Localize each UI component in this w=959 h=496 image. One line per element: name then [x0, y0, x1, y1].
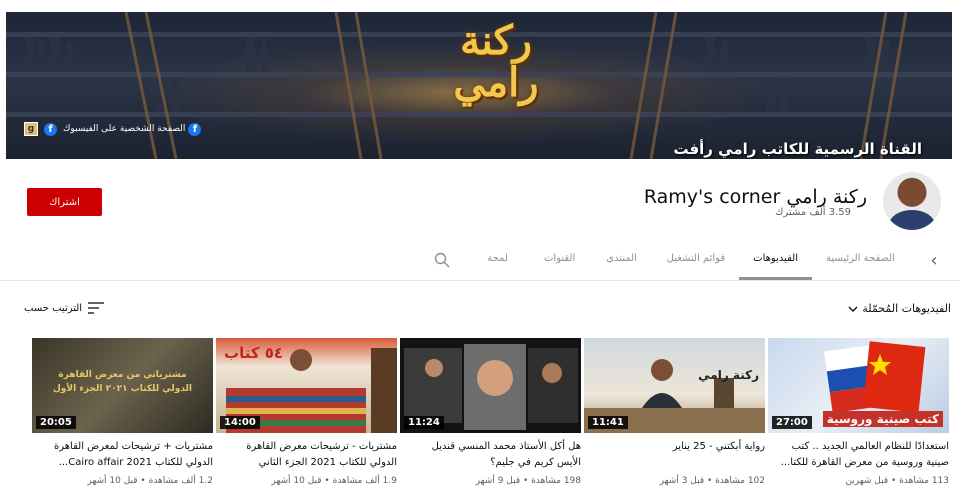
sort-by-button[interactable]: الترتيب حسب	[24, 302, 105, 314]
tabs-divider	[0, 280, 959, 281]
subscribe-button[interactable]: اشتراك	[27, 188, 102, 216]
video-duration: 11:41	[588, 416, 628, 429]
tab-about[interactable]: لمحة	[467, 240, 529, 280]
facebook-icon: f	[188, 122, 202, 136]
video-duration: 20:05	[36, 416, 76, 429]
video-thumbnail[interactable]: مشترياتي من معرض القاهرة الدولي للكتاب ٢…	[32, 338, 213, 433]
uploads-title: الفيديوهات المُحمّلة	[862, 302, 951, 315]
banner-logo: ركنة رامي	[376, 20, 616, 145]
banner-subtitle: القناة الرسمية للكاتب رامي رأفت	[673, 140, 922, 158]
avatar-shirt	[889, 210, 935, 230]
video-card[interactable]: مشترياتي من معرض القاهرة الدولي للكتاب ٢…	[32, 338, 213, 496]
video-thumbnail[interactable]: ركنة رامي 11:41	[584, 338, 765, 433]
goodreads-icon[interactable]: g	[24, 122, 38, 136]
video-duration: 11:24	[404, 416, 444, 429]
thumbnail-caption: مشترياتي من معرض القاهرة الدولي للكتاب ٢…	[53, 370, 192, 394]
video-meta: 113 مشاهدة • قبل شهرين	[845, 476, 949, 486]
facebook-page-link[interactable]: f الصفحة الشخصية على الفيسبوك	[63, 122, 202, 136]
video-title[interactable]: رواية أبكتني - 25 يناير	[584, 439, 765, 471]
chevron-down-icon	[848, 306, 858, 312]
channel-name: ركنة رامي Ramy's corner	[643, 186, 867, 208]
video-thumbnail[interactable]: 11:24	[400, 338, 581, 433]
channel-header: ركنة رامي Ramy's corner 3.59 ألف مشترك ا…	[0, 160, 959, 240]
video-card[interactable]: كتب صينية وروسية 27:00 استعدادًا للنظام …	[768, 338, 949, 496]
banner-logo-text: ركنة رامي	[453, 17, 539, 106]
sort-icon	[88, 302, 105, 314]
channel-banner: ركنة رامي القناة الرسمية للكاتب رامي رأف…	[6, 12, 952, 159]
tab-channels[interactable]: القنوات	[529, 240, 591, 280]
video-card[interactable]: ٥٤ كتاب 14:00 مشتريات - ترشيحات معرض الق…	[216, 338, 397, 496]
search-icon[interactable]	[417, 240, 467, 280]
facebook-page-label: الصفحة الشخصية على الفيسبوك	[63, 124, 186, 134]
video-meta: 102 مشاهدة • قبل 3 أشهر	[659, 476, 765, 486]
video-title[interactable]: مشتريات - ترشيحات معرض القاهرة الدولي لل…	[216, 439, 397, 471]
video-card[interactable]: 11:24 هل أكل الأستاذ محمد المنسي قنديل ا…	[400, 338, 581, 496]
subscriber-count: 3.59 ألف مشترك	[775, 207, 851, 218]
facebook-icon[interactable]: f	[44, 122, 57, 136]
channel-tabs: › الصفحة الرئيسية الفيديوهات قوائم التشغ…	[250, 240, 959, 280]
avatar[interactable]	[883, 172, 941, 230]
uploads-dropdown[interactable]: الفيديوهات المُحمّلة	[848, 302, 951, 315]
thumbnail-caption: ركنة رامي	[698, 368, 759, 382]
thumbnail-caption: ٥٤ كتاب	[224, 344, 284, 362]
tab-videos[interactable]: الفيديوهات	[739, 240, 812, 280]
video-title[interactable]: مشتريات + ترشيحات لمعرض القاهرة الدولي ل…	[32, 439, 213, 471]
video-duration: 14:00	[220, 416, 260, 429]
sort-by-label: الترتيب حسب	[24, 302, 83, 314]
tab-community[interactable]: المنتدى	[591, 240, 653, 280]
video-title[interactable]: استعدادًا للنظام العالمي الجديد .. كتب ص…	[768, 439, 949, 471]
video-meta: 1.2 ألف مشاهدة • قبل 10 أشهر	[87, 476, 213, 486]
video-duration: 27:00	[772, 416, 812, 429]
video-meta: 1.9 ألف مشاهدة • قبل 10 أشهر	[271, 476, 397, 486]
banner-links: g f f الصفحة الشخصية على الفيسبوك	[24, 122, 202, 136]
tab-home[interactable]: الصفحة الرئيسية	[812, 240, 909, 280]
tab-playlists[interactable]: قوائم التشغيل	[653, 240, 740, 280]
thumbnail-caption: كتب صينية وروسية	[822, 411, 943, 427]
video-grid: كتب صينية وروسية 27:00 استعدادًا للنظام …	[27, 338, 949, 496]
chevron-right-icon[interactable]: ›	[909, 240, 959, 280]
video-title[interactable]: هل أكل الأستاذ محمد المنسي قنديل الأيس ك…	[400, 439, 581, 471]
video-card[interactable]: ركنة رامي 11:41 رواية أبكتني - 25 يناير …	[584, 338, 765, 496]
video-meta: 198 مشاهدة • قبل 9 أشهر	[475, 476, 581, 486]
video-thumbnail[interactable]: ٥٤ كتاب 14:00	[216, 338, 397, 433]
video-thumbnail[interactable]: كتب صينية وروسية 27:00	[768, 338, 949, 433]
